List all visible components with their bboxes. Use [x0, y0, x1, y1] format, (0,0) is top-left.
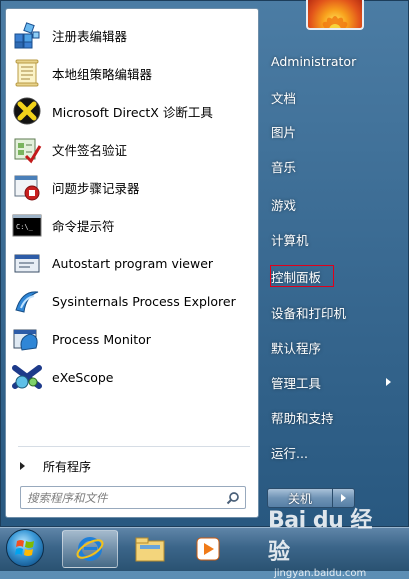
program-label: 文件签名验证 [52, 142, 128, 158]
right-item-computer[interactable]: 计算机 [266, 224, 399, 254]
process-explorer-icon [12, 286, 42, 316]
right-item-label: 默认程序 [271, 340, 322, 356]
program-label: 问题步骤记录器 [52, 180, 140, 196]
divider [18, 446, 250, 447]
program-label: 命令提示符 [52, 218, 115, 234]
right-item-help-support[interactable]: 帮助和支持 [266, 402, 399, 432]
right-item-label: 文档 [271, 90, 297, 106]
right-item-label: 管理工具 [271, 375, 322, 391]
right-item-pictures[interactable]: 图片 [266, 116, 399, 146]
right-item-label: 设备和打印机 [271, 305, 347, 321]
right-item-devices-printers[interactable]: 设备和打印机 [266, 297, 399, 327]
right-item-control-panel[interactable]: 控制面板 [266, 261, 338, 291]
process-monitor-icon [12, 324, 42, 354]
program-item-autostart-viewer[interactable]: Autostart program viewer [10, 245, 254, 281]
right-item-label: 游戏 [271, 197, 297, 213]
chevron-right-icon [341, 494, 346, 502]
search-box[interactable] [20, 486, 246, 509]
program-label: Sysinternals Process Explorer [52, 293, 236, 309]
command-prompt-icon: C:\_ [12, 210, 42, 240]
program-label: 本地组策略编辑器 [52, 66, 153, 82]
right-item-default-programs[interactable]: 默认程序 [266, 332, 399, 362]
file-signature-icon [12, 134, 42, 164]
steps-recorder-icon [12, 172, 42, 202]
search-input[interactable] [21, 486, 221, 509]
directx-diagnostic-icon [12, 96, 42, 126]
program-item-command-prompt[interactable]: C:\_ 命令提示符 [10, 207, 254, 243]
right-item-admin-tools[interactable]: 管理工具 [266, 367, 399, 397]
program-item-file-signature[interactable]: 文件签名验证 [10, 131, 254, 167]
shutdown-label: 关机 [287, 491, 312, 506]
program-label: Autostart program viewer [52, 255, 214, 271]
right-item-music[interactable]: 音乐 [266, 151, 399, 181]
right-item-documents[interactable]: 文档 [266, 82, 399, 112]
shutdown-options-button[interactable] [333, 488, 355, 508]
program-item-steps-recorder[interactable]: 问题步骤记录器 [10, 169, 254, 205]
program-label: eXeScope [52, 369, 114, 385]
right-item-label: 控制面板 [271, 269, 322, 285]
media-player-icon [196, 537, 220, 561]
right-item-run[interactable]: 运行... [266, 437, 399, 467]
right-item-label: 计算机 [271, 232, 309, 248]
program-item-registry-editor[interactable]: 注册表编辑器 [10, 17, 254, 53]
right-item-games[interactable]: 游戏 [266, 189, 399, 219]
internet-explorer-icon [76, 537, 104, 561]
autostart-viewer-icon [12, 248, 42, 278]
program-label: Process Monitor [52, 331, 151, 347]
program-item-exescope[interactable]: eXeScope [10, 359, 254, 395]
all-programs-label: 所有程序 [43, 459, 92, 474]
registry-editor-icon [12, 20, 42, 50]
program-label: Microsoft DirectX 诊断工具 [52, 104, 213, 120]
right-item-user[interactable]: Administrator [266, 46, 399, 76]
right-item-label: 帮助和支持 [271, 410, 334, 426]
programs-panel: 注册表编辑器 本地组策略编辑器 Microsoft DirectX 诊断工具 文… [5, 8, 259, 518]
svg-text:C:\_: C:\_ [16, 223, 34, 231]
start-button[interactable] [6, 529, 44, 567]
folder-icon [135, 537, 165, 562]
right-item-label: 图片 [271, 124, 297, 140]
shutdown-button[interactable]: 关机 [267, 488, 333, 508]
taskbar-ie-button[interactable] [62, 530, 118, 568]
chevron-right-icon [386, 378, 391, 386]
program-item-process-monitor[interactable]: Process Monitor [10, 321, 254, 357]
windows-logo-icon [15, 540, 34, 556]
program-label: 注册表编辑器 [52, 28, 128, 44]
exescope-icon [12, 362, 42, 392]
taskbar-explorer-button[interactable] [122, 530, 178, 568]
taskbar-media-player-button[interactable] [180, 530, 236, 568]
user-avatar[interactable] [306, 0, 364, 30]
right-item-label: 运行... [271, 445, 308, 461]
all-programs-button[interactable]: 所有程序 [14, 453, 250, 479]
right-item-label: Administrator [271, 53, 357, 69]
program-item-directx-diagnostic[interactable]: Microsoft DirectX 诊断工具 [10, 93, 254, 129]
arrow-right-icon [20, 462, 25, 470]
search-icon[interactable] [221, 487, 245, 508]
program-item-group-policy-editor[interactable]: 本地组策略编辑器 [10, 55, 254, 91]
right-item-label: 音乐 [271, 159, 297, 175]
group-policy-editor-icon [12, 58, 42, 88]
program-item-process-explorer[interactable]: Sysinternals Process Explorer [10, 283, 254, 319]
